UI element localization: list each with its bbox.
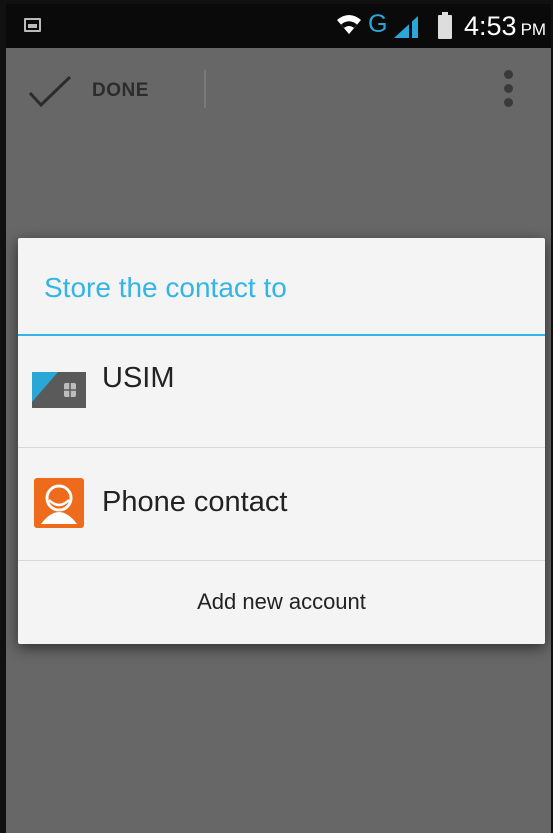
sim-card-icon (32, 372, 86, 408)
status-clock: 4:53 PM (464, 11, 546, 42)
add-new-account-button[interactable]: Add new account (18, 560, 545, 644)
clock-ampm: PM (520, 20, 547, 39)
action-bar-divider (204, 70, 206, 108)
image-notification-icon (24, 18, 41, 32)
phone-contact-label: Phone contact (102, 486, 288, 518)
done-label: DONE (92, 80, 149, 101)
signal-icon (394, 16, 418, 38)
account-option-usim[interactable]: USIM (18, 336, 545, 448)
action-bar: DONE (6, 48, 551, 128)
phone-contact-icon (34, 478, 84, 528)
battery-icon (438, 12, 452, 39)
wifi-icon (337, 15, 361, 34)
store-contact-dialog: Store the contact to USIM Phone contact (18, 238, 545, 644)
device-screen: G 4:53 PM DONE Store the contact to USIM… (0, 0, 553, 833)
clock-time: 4:53 (464, 11, 517, 41)
account-option-phone-contact[interactable]: Phone contact (18, 448, 545, 560)
status-bar: G 4:53 PM (6, 4, 551, 48)
done-button[interactable]: DONE (26, 66, 164, 116)
add-new-account-label: Add new account (197, 589, 366, 614)
network-type-label: G (368, 10, 388, 38)
check-icon (28, 75, 72, 108)
dialog-title: Store the contact to (44, 272, 287, 303)
overflow-menu-icon[interactable] (501, 70, 515, 110)
usim-label: USIM (102, 362, 175, 394)
